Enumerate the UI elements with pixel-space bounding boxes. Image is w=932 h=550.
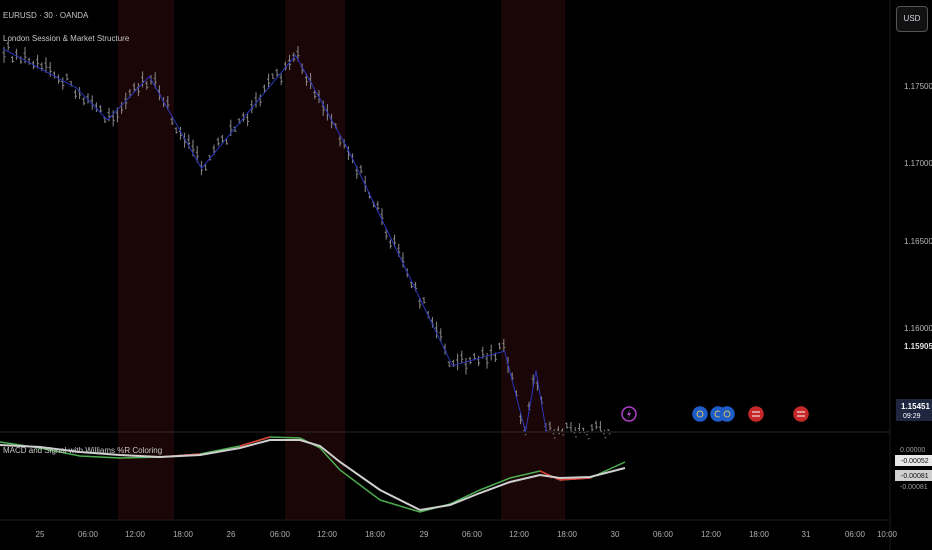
price-axis[interactable]: 1.17500 1.17000 1.16500 1.16000 — [904, 82, 932, 333]
time-label: 06:00 — [462, 530, 483, 539]
time-label: 06:00 — [78, 530, 99, 539]
time-label: 29 — [420, 530, 429, 539]
time-label: 06:00 — [270, 530, 291, 539]
trading-chart[interactable]: 1.17500 1.17000 1.16500 1.16000 1.15905 … — [0, 0, 932, 550]
eu-flag-icon — [719, 406, 735, 422]
macd-legend[interactable]: MACD and Signal with Williams %R Colorin… — [3, 446, 162, 455]
indicator-legend[interactable]: London Session & Market Structure — [3, 34, 129, 43]
time-label: 06:00 — [653, 530, 674, 539]
economic-events[interactable] — [621, 406, 809, 422]
bar-countdown: 09:29 — [903, 413, 921, 420]
market-structure-line — [2, 48, 547, 433]
time-label: 12:00 — [701, 530, 722, 539]
eu-flag-icon — [692, 406, 708, 422]
us-flag-icon — [748, 406, 764, 422]
us-flag-icon — [793, 406, 809, 422]
time-label: 12:00 — [317, 530, 338, 539]
time-label: 31 — [802, 530, 811, 539]
time-label: 12:00 — [509, 530, 530, 539]
currency-button[interactable]: USD — [896, 6, 928, 32]
prev-close-label: 1.15905 — [904, 342, 932, 351]
time-label: 12:00 — [125, 530, 146, 539]
macd-axis-label: -0.00081 — [900, 484, 928, 491]
time-label: 18:00 — [365, 530, 386, 539]
time-label: 10:00 — [877, 530, 898, 539]
symbol-legend[interactable]: EURUSD · 30 · OANDA — [3, 11, 88, 20]
session-band — [501, 0, 565, 520]
last-price-label: 1.15451 — [901, 402, 930, 411]
macd-axis-label: 0.00000 — [900, 447, 925, 454]
time-label: 26 — [227, 530, 236, 539]
session-band — [285, 0, 345, 520]
price-label: 1.17000 — [904, 159, 932, 168]
price-label: 1.17500 — [904, 82, 932, 91]
london-session-shading — [118, 0, 565, 520]
signal-value-label: -0.00081 — [901, 473, 929, 480]
session-band — [118, 0, 174, 520]
time-label: 18:00 — [749, 530, 770, 539]
time-label: 06:00 — [845, 530, 866, 539]
price-label: 1.16500 — [904, 237, 932, 246]
time-label: 25 — [36, 530, 45, 539]
price-label: 1.16000 — [904, 324, 932, 333]
time-label: 18:00 — [173, 530, 194, 539]
macd-value-label: -0.00052 — [901, 458, 929, 465]
time-axis[interactable]: 25 06:00 12:00 18:00 26 06:00 12:00 18:00 29 06:0… — [36, 530, 898, 539]
time-label: 30 — [611, 530, 620, 539]
time-label: 18:00 — [557, 530, 578, 539]
